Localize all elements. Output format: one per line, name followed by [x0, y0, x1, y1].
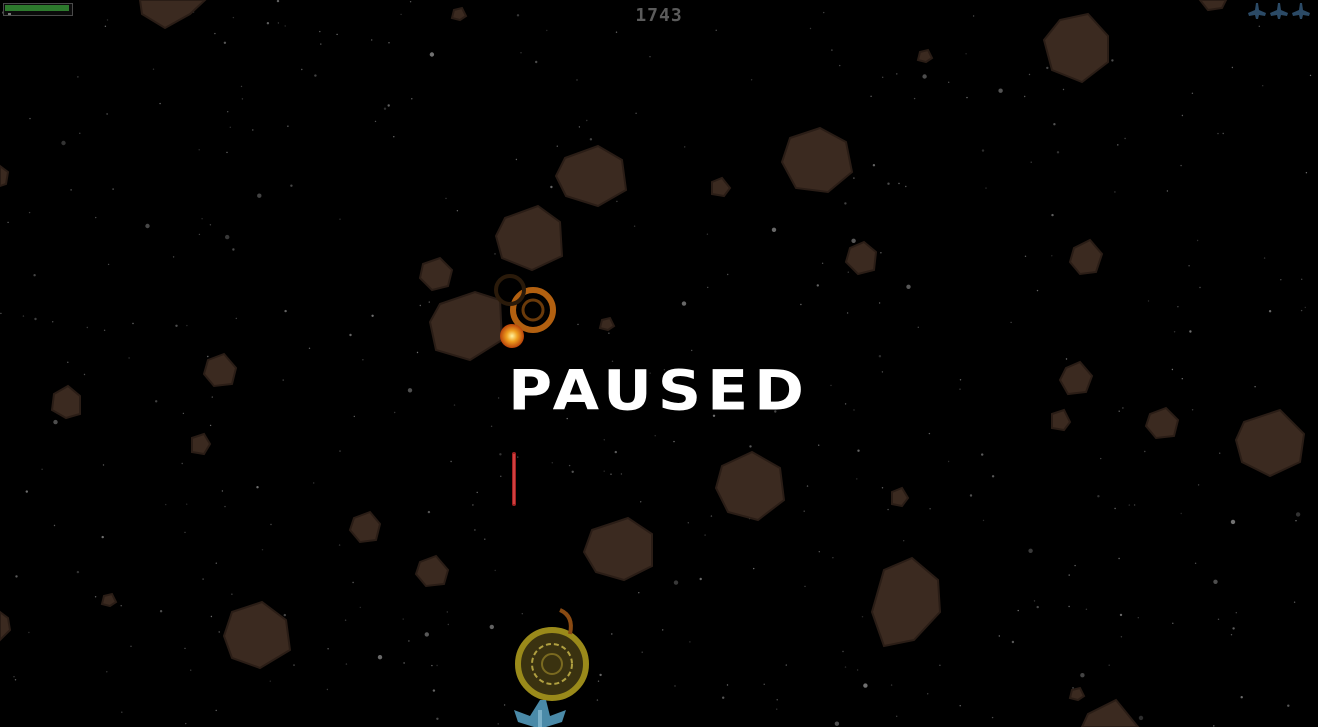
paused-label: PAUSED [508, 358, 810, 424]
pause-overlay[interactable]: PAUSED [0, 0, 1318, 727]
